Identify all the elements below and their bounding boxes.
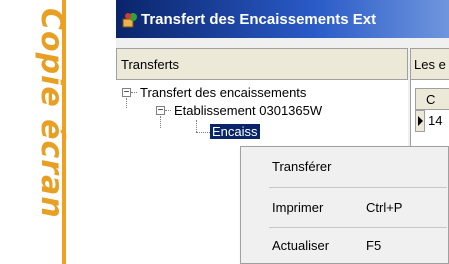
- grid-column-header-label: C: [426, 92, 436, 107]
- tree-node-etablissement[interactable]: Etablissement 0301365W: [174, 103, 322, 118]
- transferts-header-label: Transferts: [121, 57, 180, 72]
- collapse-icon[interactable]: −: [122, 88, 131, 98]
- tree-node-root[interactable]: Transfert des encaissements: [140, 85, 306, 100]
- side-caption-panel: Copie écran: [0, 0, 69, 264]
- grid-column-header[interactable]: C: [415, 88, 449, 110]
- row-indicator-icon: [415, 110, 425, 132]
- right-panel-header-label: Les e: [414, 57, 446, 72]
- right-panel-header: Les e: [410, 48, 449, 80]
- menu-item-shortcut: Ctrl+P: [366, 200, 403, 215]
- tree-connector: [131, 92, 137, 93]
- tree-node-encaissements[interactable]: Encaiss: [210, 124, 260, 139]
- orange-divider: [62, 0, 66, 264]
- tree-connector: [165, 110, 171, 111]
- title-bar[interactable]: Transfert des Encaissements Ext: [116, 0, 449, 38]
- tree-connector: [196, 120, 197, 132]
- menu-item-shortcut: F5: [366, 238, 382, 253]
- menu-item-actualiser[interactable]: Actualiser F5: [241, 228, 448, 264]
- menu-item-transferer[interactable]: Transférer: [241, 149, 448, 185]
- transferts-header: Transferts: [116, 48, 408, 80]
- tree-connector: [126, 98, 127, 108]
- collapse-icon[interactable]: −: [156, 106, 165, 116]
- menu-separator: [269, 187, 447, 188]
- tree-connector: [196, 132, 210, 133]
- app-icon: [122, 13, 137, 28]
- menu-item-label: Imprimer: [272, 200, 324, 215]
- menu-item-label: Transférer: [272, 159, 332, 174]
- grid-cell[interactable]: 14: [428, 113, 442, 128]
- menu-item-label: Actualiser: [272, 238, 330, 253]
- tree-connector: [160, 116, 161, 128]
- window-title: Transfert des Encaissements Ext: [141, 11, 377, 28]
- menu-item-imprimer[interactable]: Imprimer Ctrl+P: [241, 190, 448, 226]
- context-menu: Transférer Imprimer Ctrl+P Actualiser F5: [240, 146, 449, 264]
